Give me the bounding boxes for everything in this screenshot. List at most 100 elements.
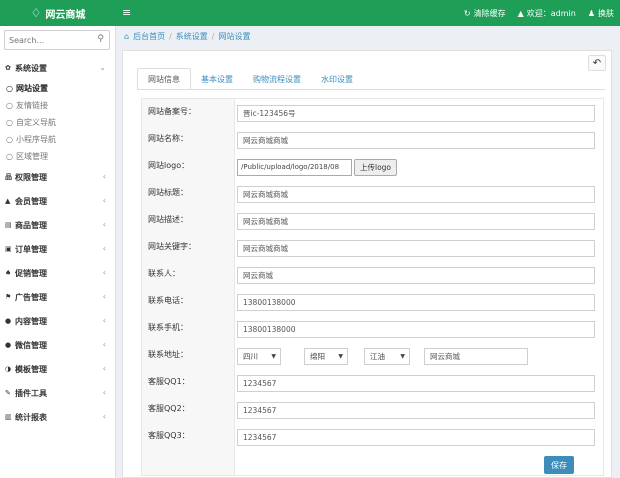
form-row-logo: 网站logo： /Public/upload/logo/2018/08 上传lo… [142, 155, 605, 181]
reply-icon: ↶ [592, 57, 602, 69]
chevron-down-icon: ⌄ [99, 63, 106, 72]
field-label: 客服QQ1： [148, 377, 190, 386]
back-button[interactable]: ↶ [588, 55, 606, 71]
chevron-left-icon: ‹ [102, 172, 106, 181]
menu-group-ads[interactable]: ⚑ 广告管理 ‹ [0, 285, 116, 309]
search-icon[interactable]: ⚲ [97, 34, 104, 44]
field-label: 联系手机： [148, 323, 188, 332]
form-row-address: 联系地址： 四川 ▼ 绵阳 ▼ 江油 ▼ [142, 344, 605, 370]
user-menu[interactable]: ▲ 欢迎：admin [518, 8, 576, 19]
breadcrumb-home[interactable]: 后台首页 [133, 31, 165, 42]
menu-group-templates[interactable]: ◑ 模板管理 ‹ [0, 357, 116, 381]
circle-icon: ○ [6, 84, 13, 93]
sidebar-item-friend-links[interactable]: ○ 友情链接 [0, 97, 116, 114]
menu-group-members[interactable]: ▲ 会员管理 ‹ [0, 189, 116, 213]
wechat-icon: ● [5, 341, 12, 349]
menu-group-content[interactable]: ● 内容管理 ‹ [0, 309, 116, 333]
dropdown-arrow-icon: ▼ [400, 353, 405, 360]
settings-panel: ↶ 网站信息 基本设置 购物流程设置 水印设置 网站备案号： 网站名称： 网站l… [122, 50, 612, 478]
district-select[interactable]: 江油 ▼ [364, 348, 410, 365]
qq3-input[interactable] [237, 429, 595, 446]
chevron-left-icon: ‹ [102, 388, 106, 397]
contact-person-input[interactable] [237, 267, 595, 284]
form-row-icp: 网站备案号： [142, 101, 605, 127]
menu-group-permissions[interactable]: 品权限管理 ‹ [0, 165, 116, 189]
clear-cache-button[interactable]: ↻ 清除缓存 [464, 8, 506, 19]
tab-watermark[interactable]: 水印设置 [311, 68, 363, 90]
logo[interactable]: ♢ 网云商城 [0, 0, 116, 26]
menu-group-system-settings[interactable]: ✿ 系统设置 ⌄ [0, 56, 116, 80]
menu-group-plugins[interactable]: ✎ 插件工具 ‹ [0, 381, 116, 405]
tab-shopping-flow[interactable]: 购物流程设置 [243, 68, 311, 90]
address-input[interactable] [424, 348, 528, 365]
tab-site-info[interactable]: 网站信息 [137, 68, 191, 90]
form-row-qq1: 客服QQ1： [142, 371, 605, 397]
field-label: 网站名称： [148, 134, 188, 143]
chevron-left-icon: ‹ [102, 364, 106, 373]
qq1-input[interactable] [237, 375, 595, 392]
field-label: 网站标题： [148, 188, 188, 197]
contact-phone-input[interactable] [237, 294, 595, 311]
user-icon: ▲ [517, 8, 524, 18]
menu-group-orders[interactable]: ▣ 订单管理 ‹ [0, 237, 116, 261]
search-input[interactable] [9, 33, 89, 47]
form-row-description: 网站描述： [142, 209, 605, 235]
menu-group-promotions[interactable]: ♠ 促销管理 ‹ [0, 261, 116, 285]
chevron-left-icon: ‹ [102, 244, 106, 253]
menu-group-products[interactable]: ▤ 商品管理 ‹ [0, 213, 116, 237]
chevron-left-icon: ‹ [102, 340, 106, 349]
dropdown-arrow-icon: ▼ [271, 353, 276, 360]
bell-icon: ♠ [5, 269, 12, 277]
city-select[interactable]: 绵阳 ▼ [304, 348, 348, 365]
menu-toggle-icon[interactable]: ≡ [122, 6, 131, 19]
box-icon: ▤ [5, 221, 12, 229]
form-row-mobile: 联系手机： [142, 317, 605, 343]
breadcrumb-separator: / [211, 31, 215, 41]
qq2-input[interactable] [237, 402, 595, 419]
field-label: 网站备案号： [148, 107, 196, 116]
form-row-title: 网站标题： [142, 182, 605, 208]
contact-mobile-input[interactable] [237, 321, 595, 338]
circle-icon: ○ [6, 101, 13, 110]
site-title-input[interactable] [237, 186, 595, 203]
tab-basic-settings[interactable]: 基本设置 [191, 68, 243, 90]
form-row-contact: 联系人： [142, 263, 605, 289]
field-label: 联系地址： [148, 350, 188, 359]
sidebar-item-region[interactable]: ○ 区域管理 [0, 148, 116, 165]
sidebar-item-custom-nav[interactable]: ○ 自定义导航 [0, 114, 116, 131]
field-label: 联系人： [148, 269, 180, 278]
form-row-qq2: 客服QQ2： [142, 398, 605, 424]
field-label: 网站关键字： [148, 242, 196, 251]
save-button[interactable]: 保存 [544, 456, 574, 474]
site-keywords-input[interactable] [237, 240, 595, 257]
circle-icon: ○ [6, 135, 13, 144]
site-description-input[interactable] [237, 213, 595, 230]
site-name-input[interactable] [237, 132, 595, 149]
users-icon: ♟ [587, 8, 595, 18]
breadcrumb-system[interactable]: 系统设置 [176, 31, 208, 42]
circle-icon: ○ [6, 118, 13, 127]
menu-group-reports[interactable]: ▥ 统计报表 ‹ [0, 405, 116, 429]
sidebar-search: ⚲ [4, 30, 110, 50]
field-label: 客服QQ2： [148, 404, 190, 413]
menu-group-wechat[interactable]: ● 微信管理 ‹ [0, 333, 116, 357]
gear-icon: ✿ [5, 64, 11, 72]
sitemap-icon: 品 [5, 173, 12, 181]
plugin-icon: ✎ [5, 389, 11, 397]
sidebar-item-site-settings[interactable]: ○ 网站设置 [0, 80, 116, 97]
field-label: 网站logo： [148, 161, 190, 170]
logo-text: 网云商城 [45, 9, 86, 21]
form-row-phone: 联系电话： [142, 290, 605, 316]
icp-number-input[interactable] [237, 105, 595, 122]
province-select[interactable]: 四川 ▼ [237, 348, 281, 365]
flag-icon: ⚑ [5, 293, 12, 301]
sidebar-item-miniapp-nav[interactable]: ○ 小程序导航 [0, 131, 116, 148]
breadcrumb-current: 网站设置 [218, 31, 251, 41]
upload-logo-button[interactable]: 上传logo [354, 159, 398, 176]
form-row-keywords: 网站关键字： [142, 236, 605, 262]
sidebar-menu: ✿ 系统设置 ⌄ ○ 网站设置 ○ 友情链接 ○ 自定义导航 ○ 小程序导航 ○ 区域管理… [0, 56, 116, 429]
breadcrumb-separator: / [169, 31, 172, 41]
chevron-left-icon: ‹ [102, 196, 106, 205]
logo-path-input[interactable]: /Public/upload/logo/2018/08 [237, 159, 352, 176]
switch-skin-button[interactable]: ♟ 换肤 [588, 8, 614, 19]
